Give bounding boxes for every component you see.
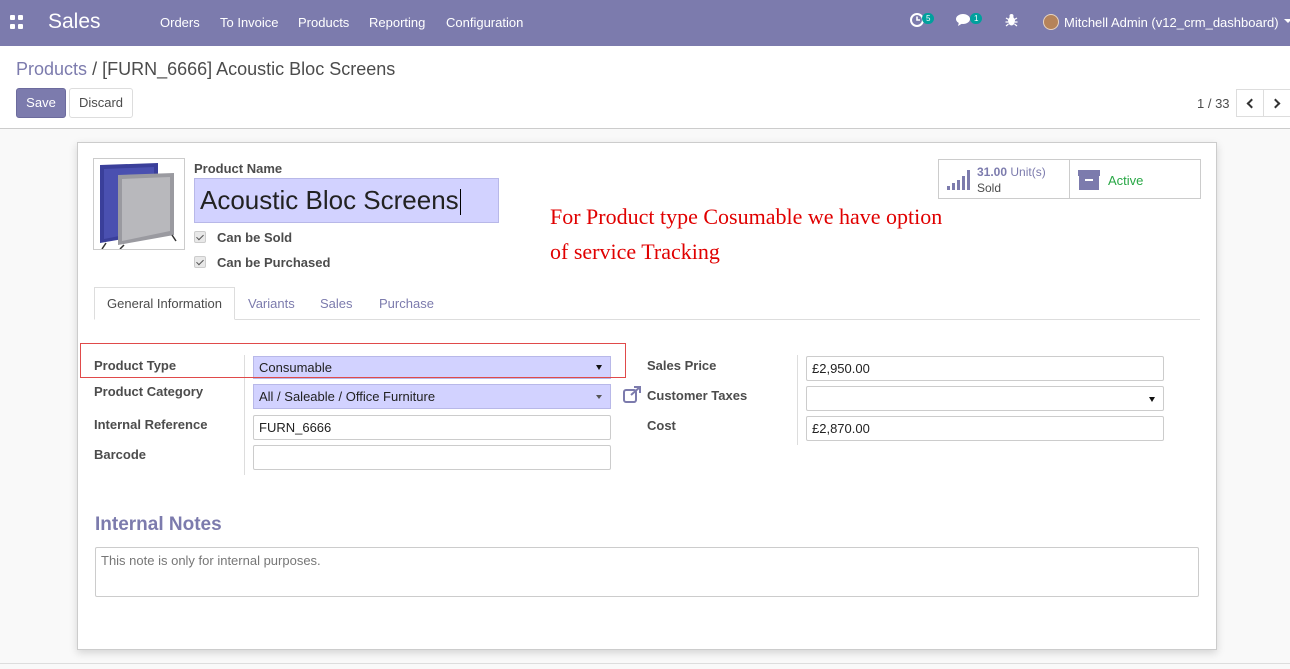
product-category-value: All / Saleable / Office Furniture	[259, 389, 436, 404]
can-be-purchased-checkbox[interactable]	[194, 256, 206, 268]
can-be-purchased-label[interactable]: Can be Purchased	[217, 255, 330, 270]
user-menu[interactable]: Mitchell Admin (v12_crm_dashboard)	[1064, 15, 1279, 30]
tabs-divider	[94, 319, 1200, 320]
message-count-badge: 1	[970, 13, 983, 24]
customer-taxes-select[interactable]	[806, 386, 1164, 411]
save-button[interactable]: Save	[16, 88, 66, 118]
active-toggle-button[interactable]: Active	[1069, 159, 1201, 199]
right-group-separator	[797, 355, 798, 445]
can-be-sold-checkbox[interactable]	[194, 231, 206, 243]
discard-button[interactable]: Discard	[69, 88, 133, 118]
user-avatar[interactable]	[1043, 14, 1059, 30]
cost-input[interactable]: £2,870.00	[806, 416, 1164, 441]
product-category-label: Product Category	[94, 384, 204, 399]
product-name-label: Product Name	[194, 161, 283, 176]
active-label: Active	[1108, 173, 1144, 188]
sold-stat-button[interactable]: 31.00 Unit(s) Sold	[938, 159, 1070, 199]
tab-purchase[interactable]: Purchase	[379, 296, 434, 311]
breadcrumb: Products / [FURN_6666] Acoustic Bloc Scr…	[16, 59, 395, 80]
menu-to-invoice[interactable]: To Invoice	[220, 15, 279, 30]
product-image[interactable]	[93, 158, 185, 250]
activity-count-badge: 5	[922, 13, 935, 24]
chevron-right-icon	[1270, 98, 1281, 108]
archive-icon	[1078, 170, 1100, 190]
bottom-divider	[0, 663, 1290, 664]
annotation-line-2: of service Tracking	[550, 239, 720, 264]
sold-quantity: 31.00 Unit(s)	[977, 165, 1046, 179]
pager-value[interactable]: 1 / 33	[1197, 96, 1230, 111]
external-link-icon[interactable]	[623, 386, 642, 403]
pager-next-button[interactable]	[1263, 89, 1290, 117]
tab-variants[interactable]: Variants	[248, 296, 295, 311]
annotation-highlight-box	[80, 343, 626, 378]
annotation-line-1: For Product type Cosumable we have optio…	[550, 204, 943, 229]
chevron-left-icon	[1246, 98, 1257, 108]
menu-products[interactable]: Products	[298, 15, 349, 30]
internal-notes-textarea[interactable]: This note is only for internal purposes.	[95, 547, 1199, 597]
cost-label: Cost	[647, 418, 676, 433]
sales-price-input[interactable]: £2,950.00	[806, 356, 1164, 381]
tab-general-information[interactable]: General Information	[94, 287, 235, 320]
product-category-select[interactable]: All / Saleable / Office Furniture	[253, 384, 611, 409]
barcode-input[interactable]	[253, 445, 611, 470]
apps-menu-icon[interactable]	[10, 15, 24, 29]
internal-reference-input[interactable]: FURN_6666	[253, 415, 611, 440]
app-brand[interactable]: Sales	[48, 10, 101, 34]
customer-taxes-caret-icon	[1149, 397, 1155, 402]
top-navbar: Sales Orders To Invoice Products Reporti…	[0, 0, 1290, 46]
customer-taxes-label: Customer Taxes	[647, 388, 748, 403]
barcode-label: Barcode	[94, 447, 147, 462]
sales-price-label: Sales Price	[647, 358, 717, 373]
sold-quantity-value: 31.00	[977, 165, 1008, 179]
pager-previous-button[interactable]	[1236, 89, 1264, 117]
text-cursor	[459, 189, 461, 216]
product-category-caret-icon	[596, 395, 602, 399]
internal-reference-label: Internal Reference	[94, 417, 208, 432]
product-name-input[interactable]: Acoustic Bloc Screens	[194, 178, 499, 223]
breadcrumb-current: [FURN_6666] Acoustic Bloc Screens	[102, 59, 396, 79]
sales-bars-icon	[947, 170, 971, 190]
menu-configuration[interactable]: Configuration	[446, 15, 523, 30]
user-menu-caret-icon[interactable]	[1284, 19, 1290, 23]
breadcrumb-products-link[interactable]: Products	[16, 59, 87, 79]
debug-bug-icon[interactable]	[1005, 13, 1018, 30]
sold-quantity-unit: Unit(s)	[1010, 165, 1046, 179]
menu-reporting[interactable]: Reporting	[369, 15, 425, 30]
sold-label: Sold	[977, 181, 1002, 195]
can-be-sold-label[interactable]: Can be Sold	[217, 230, 292, 245]
breadcrumb-separator: /	[92, 59, 98, 79]
tab-sales[interactable]: Sales	[320, 296, 353, 311]
menu-orders[interactable]: Orders	[160, 15, 200, 30]
internal-notes-title: Internal Notes	[95, 514, 222, 535]
product-name-value: Acoustic Bloc Screens	[200, 185, 459, 215]
